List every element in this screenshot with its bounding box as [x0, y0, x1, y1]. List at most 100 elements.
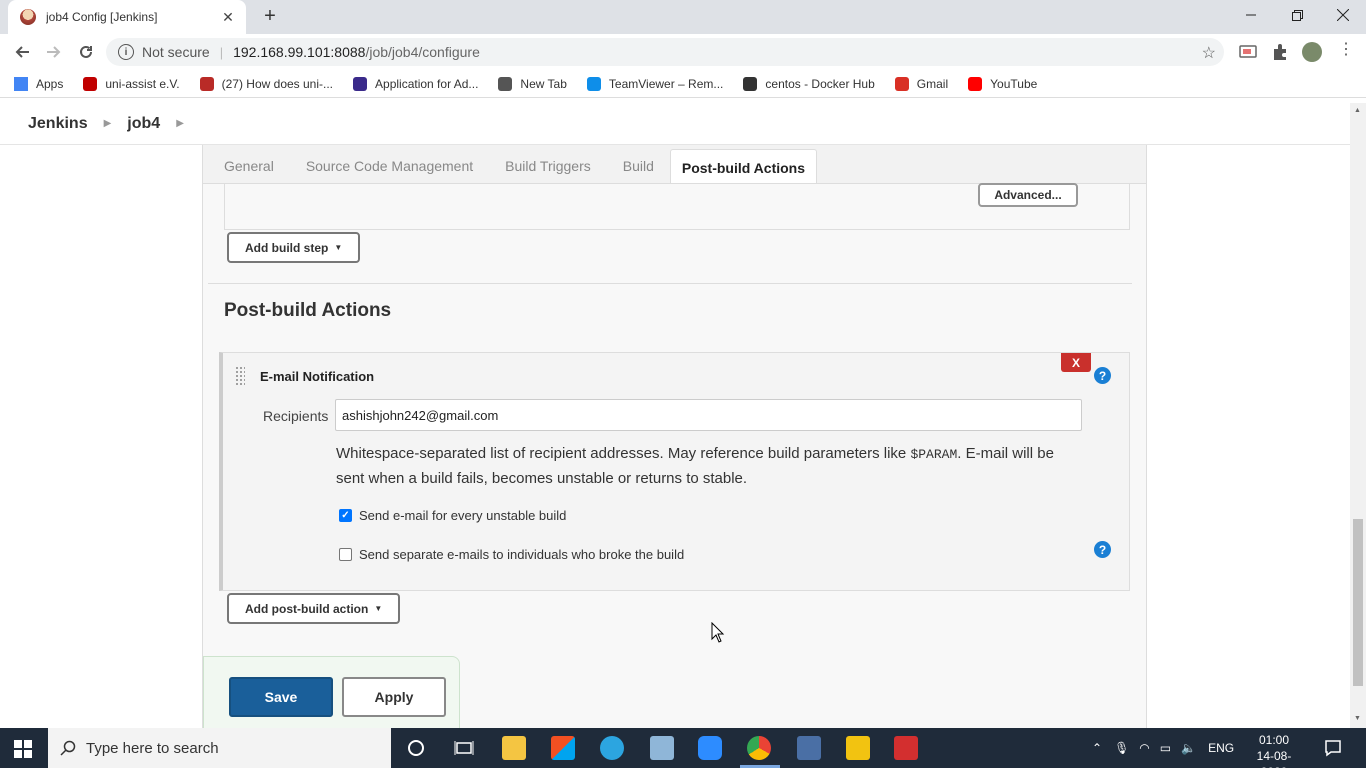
separator: |: [219, 44, 224, 60]
address-bar[interactable]: i Not secure | 192.168.99.101:8088/job/j…: [106, 38, 1224, 66]
url-text: 192.168.99.101:8088/job/job4/configure: [233, 44, 480, 60]
bookmark-favicon-icon: [586, 76, 601, 91]
bookmark-item[interactable]: Application for Ad...: [353, 76, 478, 91]
bookmark-item[interactable]: centos - Docker Hub: [743, 76, 875, 91]
scrollbar-thumb[interactable]: [1353, 519, 1363, 686]
recipients-input[interactable]: [335, 399, 1082, 431]
battery-icon[interactable]: ▭: [1160, 741, 1171, 755]
app-icon[interactable]: [650, 736, 674, 760]
save-button[interactable]: Save: [229, 677, 333, 717]
close-window-button[interactable]: [1320, 0, 1366, 30]
notifications-icon[interactable]: [1324, 739, 1342, 757]
tab-build[interactable]: Build: [607, 145, 670, 183]
microphone-icon[interactable]: 🎙: [1114, 741, 1129, 755]
task-view-icon[interactable]: [452, 736, 476, 760]
bookmark-favicon-icon: [14, 76, 28, 91]
bookmark-label: Gmail: [916, 76, 949, 91]
scroll-up-icon[interactable]: ▲: [1354, 107, 1361, 114]
notes-app-icon[interactable]: [846, 736, 870, 760]
unstable-build-label[interactable]: Send e-mail for every unstable build: [359, 508, 566, 523]
file-explorer-icon[interactable]: [502, 736, 526, 760]
bookmark-item[interactable]: Apps: [14, 76, 64, 91]
bookmark-label: TeamViewer – Rem...: [608, 76, 724, 91]
page-scrollbar[interactable]: ▲ ▼: [1350, 103, 1366, 728]
breadcrumb-job[interactable]: job4: [127, 115, 160, 133]
config-form: General Source Code Management Build Tri…: [202, 145, 1147, 728]
windows-start-icon[interactable]: [14, 740, 32, 758]
breadcrumb-chevron-icon[interactable]: ▶: [176, 118, 184, 129]
minimize-button[interactable]: [1228, 0, 1274, 30]
chevron-up-icon[interactable]: ⌃: [1092, 741, 1102, 755]
menu-kebab-icon[interactable]: ⋮: [1338, 42, 1354, 60]
advanced-button[interactable]: Advanced...: [978, 183, 1078, 207]
close-icon: [1337, 9, 1349, 21]
scroll-down-icon[interactable]: ▼: [1354, 715, 1361, 722]
cortana-icon[interactable]: [404, 736, 428, 760]
store-icon[interactable]: [551, 736, 575, 760]
language-indicator[interactable]: ENG: [1208, 741, 1234, 755]
browser-toolbar: i Not secure | 192.168.99.101:8088/job/j…: [0, 34, 1366, 70]
help-icon[interactable]: ?: [1094, 541, 1111, 558]
email-notification-panel: E-mail Notification X ? Recipients White…: [219, 352, 1130, 591]
forward-arrow-icon: [47, 46, 61, 58]
forward-button[interactable]: [42, 40, 66, 64]
restore-button[interactable]: [1274, 0, 1320, 30]
email-notification-title: E-mail Notification: [260, 369, 375, 384]
minimize-icon: [1246, 14, 1256, 16]
media-app-icon[interactable]: [894, 736, 918, 760]
bookmark-favicon-icon: [83, 76, 98, 91]
jenkins-breadcrumb: Jenkins ▶ job4 ▶: [0, 103, 1350, 145]
add-build-step-button[interactable]: Add build step ▼: [227, 232, 361, 263]
cast-icon[interactable]: [1239, 43, 1257, 61]
add-post-build-action-button[interactable]: Add post-build action ▼: [227, 593, 401, 624]
bookmark-item[interactable]: Gmail: [894, 76, 949, 91]
description-text-start: Whitespace-separated list of recipient a…: [336, 445, 911, 462]
jenkins-favicon-icon: [20, 9, 36, 25]
bookmark-label: Apps: [36, 76, 64, 91]
tab-general[interactable]: General: [203, 145, 290, 183]
volume-icon[interactable]: 🔈: [1181, 741, 1196, 755]
browser-tab[interactable]: job4 Config [Jenkins] ✕: [8, 0, 246, 34]
apply-button[interactable]: Apply: [342, 677, 446, 717]
bookmark-label: (27) How does uni-...: [221, 76, 334, 91]
search-placeholder: Type here to search: [86, 739, 219, 757]
reload-button[interactable]: [74, 40, 98, 64]
extensions-icon[interactable]: [1271, 43, 1289, 61]
drag-handle-icon[interactable]: [235, 366, 245, 386]
bookmark-item[interactable]: YouTube: [968, 76, 1038, 91]
recipients-label: Recipients: [263, 408, 329, 424]
bookmark-item[interactable]: (27) How does uni-...: [199, 76, 334, 91]
new-tab-button[interactable]: +: [258, 5, 282, 29]
clock-time: 01:00: [1258, 733, 1290, 747]
bookmark-item[interactable]: uni-assist e.V.: [83, 76, 180, 91]
tab-build-triggers[interactable]: Build Triggers: [489, 145, 607, 183]
delete-button[interactable]: X: [1061, 353, 1091, 372]
chrome-icon[interactable]: [747, 736, 771, 760]
bookmark-label: uni-assist e.V.: [105, 76, 180, 91]
bookmark-item[interactable]: New Tab: [498, 76, 567, 91]
clock[interactable]: 01:00 14-08-2020: [1246, 732, 1302, 768]
breadcrumb-jenkins[interactable]: Jenkins: [28, 115, 88, 133]
tab-title: job4 Config [Jenkins]: [46, 10, 158, 24]
help-icon[interactable]: ?: [1094, 367, 1111, 384]
individuals-label[interactable]: Send separate e-mails to individuals who…: [359, 547, 684, 562]
bookmark-label: YouTube: [990, 76, 1038, 91]
zoom-icon[interactable]: [698, 736, 722, 760]
network-app-icon[interactable]: [797, 736, 821, 760]
bookmark-item[interactable]: TeamViewer – Rem...: [586, 76, 724, 91]
tab-post-build-actions[interactable]: Post-build Actions: [669, 149, 818, 183]
bookmark-favicon-icon: [498, 76, 513, 91]
unstable-build-checkbox[interactable]: ✓: [339, 509, 352, 522]
wifi-icon[interactable]: ◠: [1139, 741, 1149, 755]
bookmark-star-icon[interactable]: ☆: [1202, 43, 1216, 63]
individuals-checkbox[interactable]: [339, 548, 352, 561]
tab-source-code-management[interactable]: Source Code Management: [290, 145, 489, 183]
info-icon[interactable]: i: [118, 44, 134, 60]
close-tab-icon[interactable]: ✕: [220, 9, 236, 26]
back-button[interactable]: [10, 40, 34, 64]
unstable-build-option: ✓ Send e-mail for every unstable build: [339, 508, 566, 523]
bookmarks-bar: Apps uni-assist e.V. (27) How does uni-...…: [0, 70, 1366, 98]
taskbar-search[interactable]: Type here to search: [48, 728, 391, 768]
profile-avatar[interactable]: [1302, 42, 1322, 62]
telegram-icon[interactable]: [600, 736, 624, 760]
